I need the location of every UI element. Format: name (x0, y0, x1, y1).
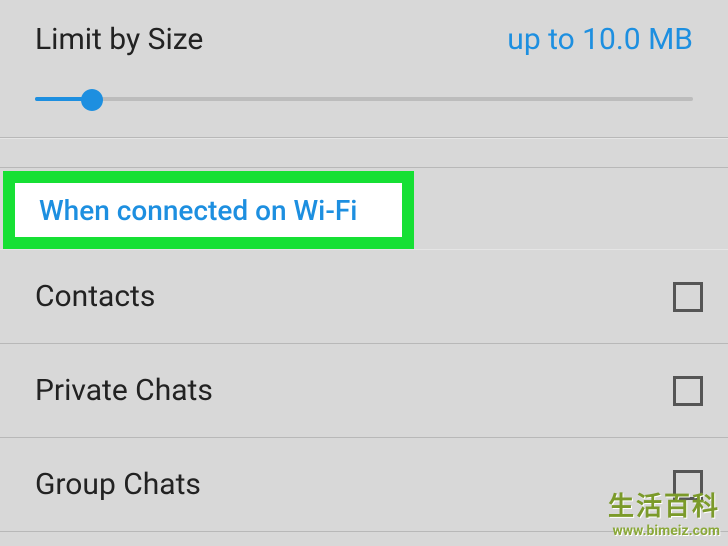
row-label: Group Chats (35, 467, 201, 502)
row-group-chats[interactable]: Group Chats (0, 438, 728, 532)
section-gap (0, 138, 728, 168)
limit-label: Limit by Size (35, 22, 203, 57)
row-contacts[interactable]: Contacts (0, 250, 728, 344)
slider-track (35, 97, 693, 101)
checkbox-contacts[interactable] (673, 282, 703, 312)
slider-thumb[interactable] (81, 89, 103, 111)
limit-value: up to 10.0 MB (507, 22, 693, 57)
wifi-section-header-highlight: When connected on Wi-Fi (3, 171, 414, 249)
limit-by-size-section: Limit by Size up to 10.0 MB (0, 0, 728, 138)
row-label: Contacts (35, 279, 155, 314)
wifi-section-header: When connected on Wi-Fi (39, 194, 357, 227)
limit-header: Limit by Size up to 10.0 MB (35, 22, 693, 57)
size-slider[interactable] (35, 87, 693, 127)
checkbox-group-chats[interactable] (673, 470, 703, 500)
wifi-options-list: Contacts Private Chats Group Chats (0, 249, 728, 532)
checkbox-private-chats[interactable] (673, 376, 703, 406)
row-label: Private Chats (35, 373, 213, 408)
row-private-chats[interactable]: Private Chats (0, 344, 728, 438)
